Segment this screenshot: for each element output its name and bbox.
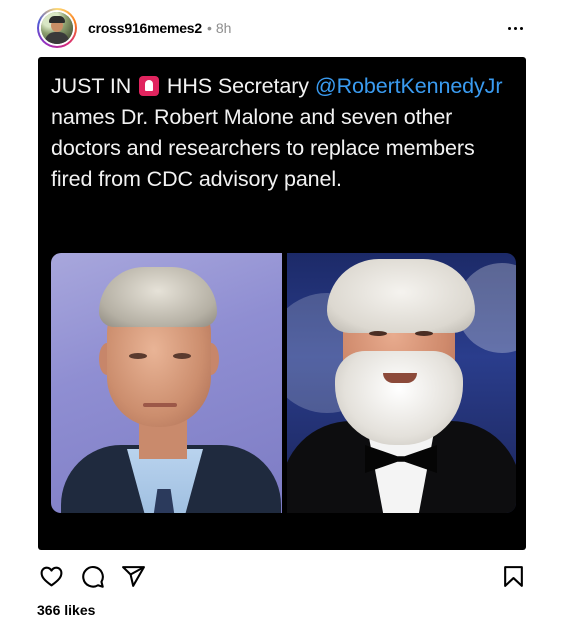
police-siren-emoji xyxy=(139,76,160,96)
share-icon[interactable] xyxy=(119,562,147,590)
post-actions xyxy=(37,562,527,590)
photo-portrait-right xyxy=(287,253,516,513)
post-image[interactable]: JUST IN HHS Secretary @RobertKennedyJr n… xyxy=(38,57,526,550)
avatar[interactable] xyxy=(41,12,73,44)
avatar-story-ring[interactable] xyxy=(37,8,77,48)
more-options-icon[interactable] xyxy=(503,16,527,40)
heart-icon[interactable] xyxy=(37,562,65,590)
likes-count[interactable]: 366 likes xyxy=(37,602,95,618)
separator-dot: • xyxy=(206,20,212,36)
caption-lead: JUST IN xyxy=(51,74,132,98)
photo-portrait-left xyxy=(51,253,282,513)
post-header: cross916memes2 • 8h xyxy=(37,8,527,48)
caption-rest: names Dr. Robert Malone and seven other … xyxy=(51,105,475,191)
post-timestamp[interactable]: 8h xyxy=(216,20,232,36)
caption-after-emoji: HHS Secretary xyxy=(161,74,315,98)
post-image-caption: JUST IN HHS Secretary @RobertKennedyJr n… xyxy=(51,71,521,195)
bookmark-icon[interactable] xyxy=(499,562,527,590)
username-link[interactable]: cross916memes2 xyxy=(88,20,202,36)
comment-icon[interactable] xyxy=(78,562,106,590)
caption-mention: @RobertKennedyJr xyxy=(314,74,503,98)
